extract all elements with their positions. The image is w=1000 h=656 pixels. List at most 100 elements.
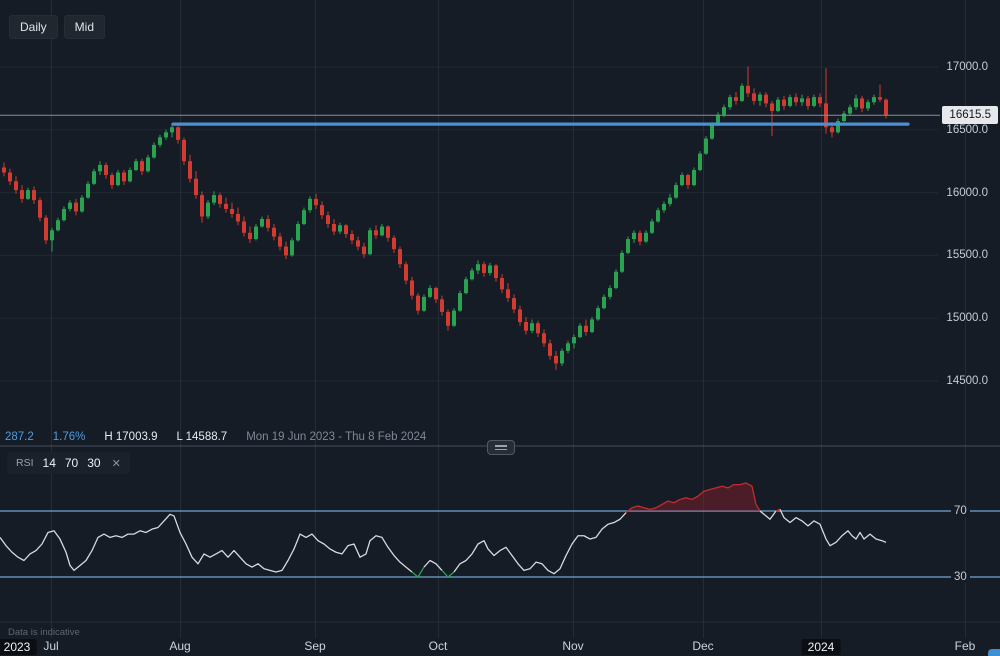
candle-down [218,195,222,204]
candle-down [122,173,126,182]
rsi-overbought-fill [628,483,760,511]
candle-up [692,170,696,185]
rsi-indicator-legend[interactable]: RSI 14 70 30 ✕ [7,452,130,474]
time-axis-year-badge: 2023 [0,639,36,655]
candle-down [416,296,420,311]
candle-down [386,227,390,238]
candle-up [86,184,90,198]
candle-up [596,308,600,319]
candle-down [362,247,366,255]
candle-up [644,233,648,242]
candle-down [494,265,498,278]
candle-up [728,97,732,107]
candle-up [464,279,468,293]
candle-up [866,102,870,108]
timeframe-daily-button[interactable]: Daily [9,15,58,39]
candle-down [176,127,180,140]
rsi-overbought-level-label: 70 [951,505,970,517]
price-tick-label: 16500.0 [946,124,988,136]
candle-down [392,238,396,249]
date-range: Mon 19 Jun 2023 - Thu 8 Feb 2024 [246,431,426,443]
candle-down [104,165,108,175]
time-axis-month-label: Aug [169,639,190,653]
rsi-lower-param: 30 [87,456,100,470]
candle-up [626,239,630,253]
data-indicative-note: Data is indicative [8,627,80,638]
candle-down [14,181,18,190]
candle-down [236,214,240,222]
candle-up [302,210,306,224]
candle-down [332,224,336,232]
time-axis-month-label: Oct [429,639,448,653]
candle-up [488,265,492,273]
candle-down [830,127,834,132]
candle-down [188,161,192,179]
time-axis-month-label: Feb [955,639,976,653]
candle-up [614,272,618,288]
candle-down [74,203,78,212]
rsi-oversold-level-label: 30 [951,571,970,583]
candle-up [254,227,258,240]
panel-resize-handle[interactable] [487,440,515,455]
close-icon[interactable]: ✕ [112,457,121,470]
candle-down [374,230,378,235]
price-tick-label: 17000.0 [946,61,988,73]
candle-up [848,107,852,113]
candle-down [554,356,558,364]
candle-up [872,97,876,102]
candle-down [806,98,810,106]
candle-up [458,293,462,311]
candle-up [680,175,684,185]
candle-down [782,100,786,106]
chart-canvas[interactable] [0,0,1000,656]
candle-down [230,209,234,214]
candle-up [668,198,672,204]
candle-up [206,203,210,217]
candle-down [752,93,756,101]
candle-down [686,175,690,185]
candle-down [20,190,24,199]
candle-up [368,230,372,254]
candle-down [350,234,354,240]
candle-up [566,343,570,351]
grip-lines-icon [495,445,507,447]
candle-down [140,161,144,171]
candle-down [746,86,750,94]
change-percent: 1.76% [53,431,86,443]
rsi-curve [424,561,442,571]
candle-down [38,200,42,218]
candle-down [884,100,888,116]
candle-down [266,219,270,228]
candle-up [380,227,384,236]
price-mid-button[interactable]: Mid [64,15,105,39]
rsi-period-param: 14 [43,456,56,470]
candle-down [398,249,402,264]
rsi-curve [442,570,454,577]
candle-up [68,203,72,209]
candle-up [260,219,264,227]
candle-up [656,210,660,221]
rsi-upper-param: 70 [65,456,78,470]
candle-down [284,247,288,256]
candle-down [542,333,546,343]
candle-down [194,179,198,195]
candle-up [590,319,594,332]
candle-down [764,95,768,104]
candle-up [152,145,156,158]
candle-down [482,264,486,273]
candle-down [410,281,414,296]
candle-up [452,311,456,326]
period-low: L 14588.7 [176,431,227,443]
candle-up [128,170,132,181]
candle-up [92,171,96,184]
candle-down [638,233,642,242]
price-tick-label: 14500.0 [946,375,988,387]
candle-up [704,139,708,154]
candle-down [32,190,36,200]
candle-up [662,204,666,210]
time-axis-month-label: Jul [43,639,58,653]
candle-down [356,240,360,246]
time-axis-month-label: Sep [304,639,325,653]
candle-down [344,225,348,234]
candle-up [560,351,564,364]
